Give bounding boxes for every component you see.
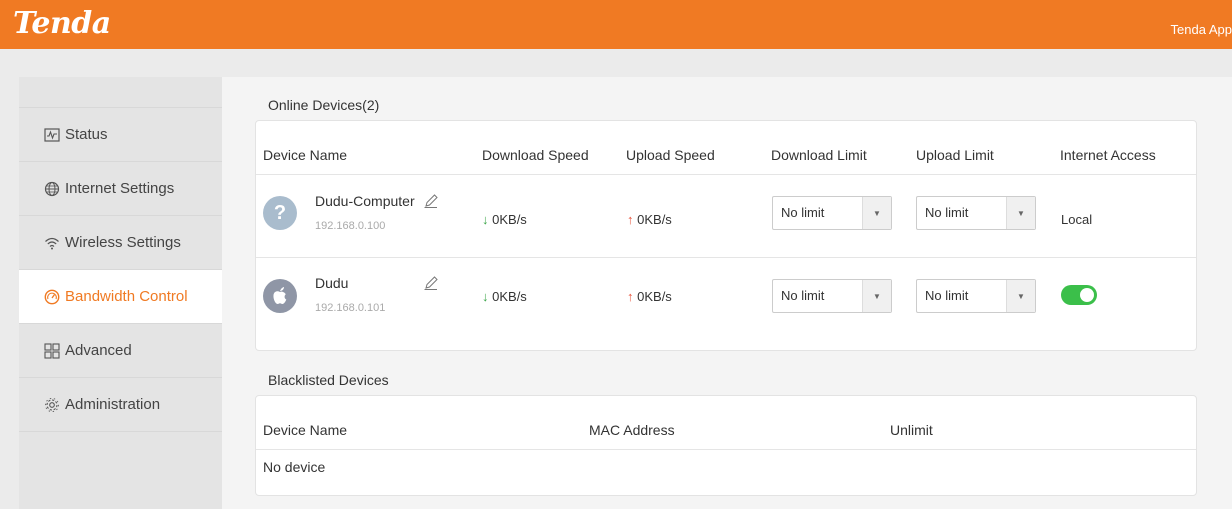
sidebar-item-label: Wireless Settings <box>65 234 181 251</box>
col-download-limit: Download Limit <box>771 147 867 163</box>
apple-icon <box>263 279 297 313</box>
divider <box>256 174 1196 175</box>
device-ip: 192.168.0.101 <box>315 302 386 314</box>
up-arrow-icon: ↑ <box>627 289 634 304</box>
top-bar: Tenda Tenda App <box>0 0 1232 49</box>
sidebar-item-label: Advanced <box>65 342 132 359</box>
sidebar-item-wireless-settings[interactable]: Wireless Settings <box>19 216 222 270</box>
status-icon <box>44 127 60 143</box>
online-devices-table: Device Name Download Speed Upload Speed … <box>255 120 1197 351</box>
sidebar-item-status[interactable]: Status <box>19 108 222 162</box>
sidebar: Status Internet Settings Wireless Settin… <box>19 77 222 509</box>
select-value: No limit <box>925 205 969 220</box>
upload-speed-value: 0KB/s <box>637 289 672 304</box>
chevron-down-icon: ▼ <box>1006 197 1035 229</box>
download-speed: ↓ 0KB/s <box>482 212 527 227</box>
main-content: Online Devices(2) Device Name Download S… <box>222 77 1232 509</box>
select-value: No limit <box>781 288 825 303</box>
wifi-icon <box>44 235 60 251</box>
gauge-icon <box>44 289 60 305</box>
sidebar-item-bandwidth-control[interactable]: Bandwidth Control <box>19 270 222 324</box>
sidebar-item-label: Administration <box>65 396 161 413</box>
sidebar-item-label: Bandwidth Control <box>65 288 188 305</box>
sidebar-item-administration[interactable]: Administration <box>19 378 222 432</box>
download-speed: ↓ 0KB/s <box>482 289 527 304</box>
download-speed-value: 0KB/s <box>492 212 527 227</box>
col-internet-access: Internet Access <box>1060 147 1156 163</box>
divider <box>256 449 1196 450</box>
edit-pencil-icon[interactable] <box>423 193 439 209</box>
internet-access-toggle[interactable] <box>1061 285 1097 305</box>
col-device-name: Device Name <box>263 147 348 163</box>
edit-pencil-icon[interactable] <box>423 275 439 291</box>
grid-icon <box>44 342 60 359</box>
select-value: No limit <box>925 288 969 303</box>
sidebar-item-label: Status <box>65 126 108 143</box>
upload-speed-value: 0KB/s <box>637 212 672 227</box>
col-upload-speed: Upload Speed <box>626 147 715 163</box>
upload-limit-select[interactable]: No limit ▼ <box>916 196 1036 230</box>
download-speed-value: 0KB/s <box>492 289 527 304</box>
blacklisted-devices-title: Blacklisted Devices <box>268 372 389 388</box>
upload-limit-select[interactable]: No limit ▼ <box>916 279 1036 313</box>
download-limit-select[interactable]: No limit ▼ <box>772 279 892 313</box>
sidebar-item-label: Internet Settings <box>65 180 175 197</box>
chevron-down-icon: ▼ <box>1006 280 1035 312</box>
chevron-down-icon: ▼ <box>862 197 891 229</box>
sidebar-item-advanced[interactable]: Advanced <box>19 324 222 378</box>
tenda-logo[interactable]: Tenda <box>13 6 111 41</box>
sidebar-item-internet-settings[interactable]: Internet Settings <box>19 162 222 216</box>
device-ip: 192.168.0.100 <box>315 220 386 232</box>
unknown-device-icon: ? <box>263 196 297 230</box>
sidebar-menu: Status Internet Settings Wireless Settin… <box>19 107 222 432</box>
col-download-speed: Download Speed <box>482 147 589 163</box>
globe-icon <box>44 181 60 197</box>
upload-speed: ↑ 0KB/s <box>627 212 672 227</box>
col-upload-limit: Upload Limit <box>916 147 994 163</box>
download-limit-select[interactable]: No limit ▼ <box>772 196 892 230</box>
empty-state-text: No device <box>263 459 326 475</box>
down-arrow-icon: ↓ <box>482 212 489 227</box>
col-device-name: Device Name <box>263 422 348 438</box>
col-mac-address: MAC Address <box>589 422 675 438</box>
select-value: No limit <box>781 205 825 220</box>
internet-access-value: Local <box>1061 212 1093 227</box>
chevron-down-icon: ▼ <box>862 280 891 312</box>
divider <box>256 257 1196 258</box>
up-arrow-icon: ↑ <box>627 212 634 227</box>
device-name: Dudu-Computer <box>315 193 415 209</box>
tenda-app-link[interactable]: Tenda App <box>1171 22 1232 37</box>
upload-speed: ↑ 0KB/s <box>627 289 672 304</box>
device-name: Dudu <box>315 275 349 291</box>
blacklist-table: Device Name MAC Address Unlimit No devic… <box>255 395 1197 496</box>
gear-icon <box>44 397 60 413</box>
col-unlimit: Unlimit <box>890 422 933 438</box>
down-arrow-icon: ↓ <box>482 289 489 304</box>
online-devices-title: Online Devices(2) <box>268 97 380 113</box>
